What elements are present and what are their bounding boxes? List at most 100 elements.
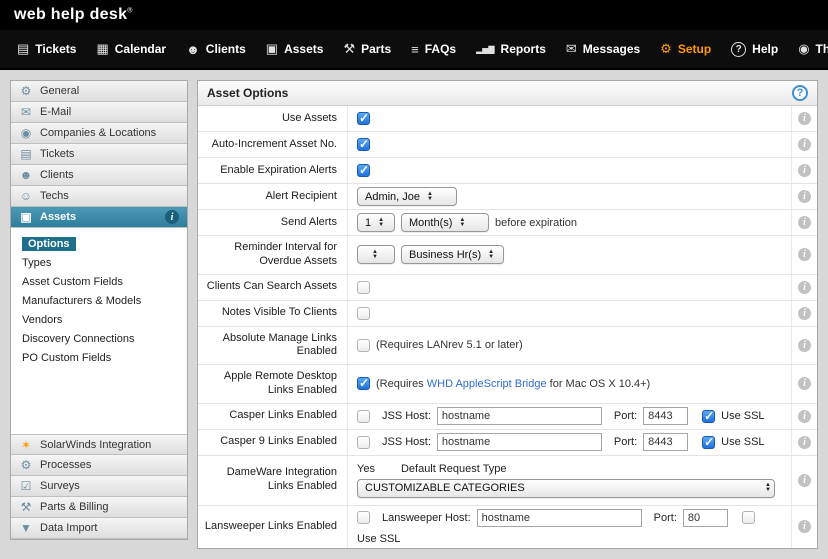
casper-links-checkbox[interactable] <box>357 410 370 423</box>
info-icon[interactable]: i <box>798 307 811 320</box>
nav-faqs[interactable]: ≡FAQs <box>402 30 465 68</box>
sidebar-item-parts-billing[interactable]: ⚒ Parts & Billing <box>11 497 187 518</box>
info-icon[interactable]: i <box>798 436 811 449</box>
sidebar-subitem-po-custom-fields[interactable]: PO Custom Fields <box>11 349 187 368</box>
nav-help[interactable]: ?Help <box>722 30 787 68</box>
info-col: i <box>791 301 817 326</box>
sidebar-subitem-manufacturers-models[interactable]: Manufacturers & Models <box>11 292 187 311</box>
select-arrows-icon: ▲▼ <box>488 250 494 260</box>
nav-parts[interactable]: ⚒Parts <box>334 30 400 68</box>
sidebar-item-general[interactable]: ⚙General <box>11 81 187 102</box>
jss-port-input[interactable] <box>643 407 688 425</box>
sidebar-item-surveys[interactable]: ☑Surveys <box>11 476 187 497</box>
jss-host-input[interactable] <box>437 407 602 425</box>
info-col: i <box>791 275 817 300</box>
help-icon: ? <box>731 42 746 57</box>
use-ssl-checkbox[interactable] <box>702 410 715 423</box>
auto-increment-checkbox[interactable] <box>357 138 370 151</box>
info-col: i <box>791 365 817 403</box>
info-col: i <box>791 158 817 183</box>
subitem-label: Options <box>22 237 76 251</box>
sidebar-item-processes[interactable]: ⚙Processes <box>11 455 187 476</box>
info-icon[interactable]: i <box>798 410 811 423</box>
info-icon[interactable]: i <box>798 112 811 125</box>
nav-reports[interactable]: ▂▅▇Reports <box>467 30 555 68</box>
row-label: Lansweeper Links Enabled <box>198 506 348 548</box>
info-icon[interactable]: i <box>798 377 811 390</box>
clients-search-checkbox[interactable] <box>357 281 370 294</box>
use-assets-checkbox[interactable] <box>357 112 370 125</box>
jss-port-input[interactable] <box>643 433 688 451</box>
whd-logo[interactable]: web help desk® <box>14 6 133 24</box>
info-icon[interactable]: i <box>798 164 811 177</box>
sidebar-subitem-types[interactable]: Types <box>11 254 187 273</box>
info-icon[interactable]: i <box>798 281 811 294</box>
lansweeper-links-checkbox[interactable] <box>357 511 370 524</box>
sidebar-subitem-discovery-connections[interactable]: Discovery Connections <box>11 330 187 349</box>
info-icon[interactable]: i <box>798 474 811 487</box>
nav-messages[interactable]: ✉Messages <box>557 30 649 68</box>
sidebar-subitem-options[interactable]: Options <box>11 235 187 254</box>
help-question-icon[interactable]: ? <box>792 85 808 101</box>
before-expiration-label: before expiration <box>495 217 577 229</box>
tools-icon: ⚒ <box>19 500 33 514</box>
nav-label: Thwack <box>816 42 828 56</box>
use-ssl-label: Use SSL <box>357 533 400 545</box>
nav-assets[interactable]: ▣Assets <box>257 30 333 68</box>
expiration-alerts-checkbox[interactable] <box>357 164 370 177</box>
info-icon[interactable]: i <box>165 210 179 224</box>
info-col: i <box>791 210 817 235</box>
nav-calendar[interactable]: ▦Calendar <box>87 30 175 68</box>
reminder-number-select[interactable]: ▲▼ <box>357 245 395 264</box>
absolute-manage-checkbox[interactable] <box>357 339 370 352</box>
select-value: Business Hr(s) <box>409 249 481 261</box>
jss-host-input[interactable] <box>437 433 602 451</box>
asset-options-panel: Asset Options ? Use Assets i Auto-Increm… <box>197 80 818 549</box>
sidebar-item-data-import[interactable]: ▼Data Import <box>11 518 187 539</box>
sidebar-item-solarwinds-integration[interactable]: ✶SolarWinds Integration <box>11 434 187 455</box>
nav-label: Tickets <box>35 42 76 56</box>
sidebar-subitem-asset-custom-fields[interactable]: Asset Custom Fields <box>11 273 187 292</box>
info-icon[interactable]: i <box>798 138 811 151</box>
row-clients-search: Clients Can Search Assets i <box>198 275 817 301</box>
default-request-type-select[interactable]: CUSTOMIZABLE CATEGORIES▲▼ <box>357 479 775 498</box>
nav-setup[interactable]: ⚙Setup <box>651 30 720 68</box>
sidebar-subitem-vendors[interactable]: Vendors <box>11 311 187 330</box>
sidebar-item-tickets[interactable]: ▤Tickets <box>11 144 187 165</box>
lansweeper-host-input[interactable] <box>477 509 642 527</box>
nav-clients[interactable]: ☻Clients <box>177 30 255 68</box>
info-icon[interactable]: i <box>798 216 811 229</box>
assets-sub-menu: Options Types Asset Custom Fields Manufa… <box>11 228 187 374</box>
row-label: Casper Links Enabled <box>198 404 348 429</box>
note-suffix: for Mac OS X 10.4+) <box>550 378 651 390</box>
sidebar-item-label: Parts & Billing <box>40 501 108 513</box>
send-alerts-number-select[interactable]: 1▲▼ <box>357 213 395 232</box>
sidebar-item-techs[interactable]: ☺Techs <box>11 186 187 207</box>
use-ssl-checkbox[interactable] <box>702 436 715 449</box>
sidebar-item-assets[interactable]: ▣Assetsi <box>11 207 187 228</box>
use-ssl-checkbox[interactable] <box>742 511 755 524</box>
row-label: Apple Remote Desktop Links Enabled <box>198 365 348 403</box>
sidebar-item-email[interactable]: ✉E-Mail <box>11 102 187 123</box>
send-alerts-unit-select[interactable]: Month(s)▲▼ <box>401 213 489 232</box>
info-icon[interactable]: i <box>798 339 811 352</box>
info-icon[interactable]: i <box>798 248 811 261</box>
sidebar-item-companies-locations[interactable]: ◉Companies & Locations <box>11 123 187 144</box>
apple-remote-desktop-checkbox[interactable] <box>357 377 370 390</box>
whd-applescript-bridge-link[interactable]: WHD AppleScript Bridge <box>427 378 547 390</box>
select-arrows-icon: ▲▼ <box>765 483 771 493</box>
notes-visible-checkbox[interactable] <box>357 307 370 320</box>
nav-tickets[interactable]: ▤Tickets <box>8 30 85 68</box>
info-icon[interactable]: i <box>798 190 811 203</box>
info-icon[interactable]: i <box>798 520 811 533</box>
lansweeper-port-input[interactable] <box>683 509 728 527</box>
reminder-unit-select[interactable]: Business Hr(s) ▲▼ <box>401 245 504 264</box>
casper9-links-checkbox[interactable] <box>357 436 370 449</box>
sidebar-item-label: Techs <box>40 190 69 202</box>
envelope-icon: ✉ <box>19 105 33 119</box>
alert-recipient-select[interactable]: Admin, Joe▲▼ <box>357 187 457 206</box>
jss-host-label: JSS Host: <box>382 436 431 448</box>
sidebar-item-label: SolarWinds Integration <box>40 439 151 451</box>
nav-thwack[interactable]: ◉Thwack <box>789 30 828 68</box>
sidebar-item-clients[interactable]: ☻Clients <box>11 165 187 186</box>
